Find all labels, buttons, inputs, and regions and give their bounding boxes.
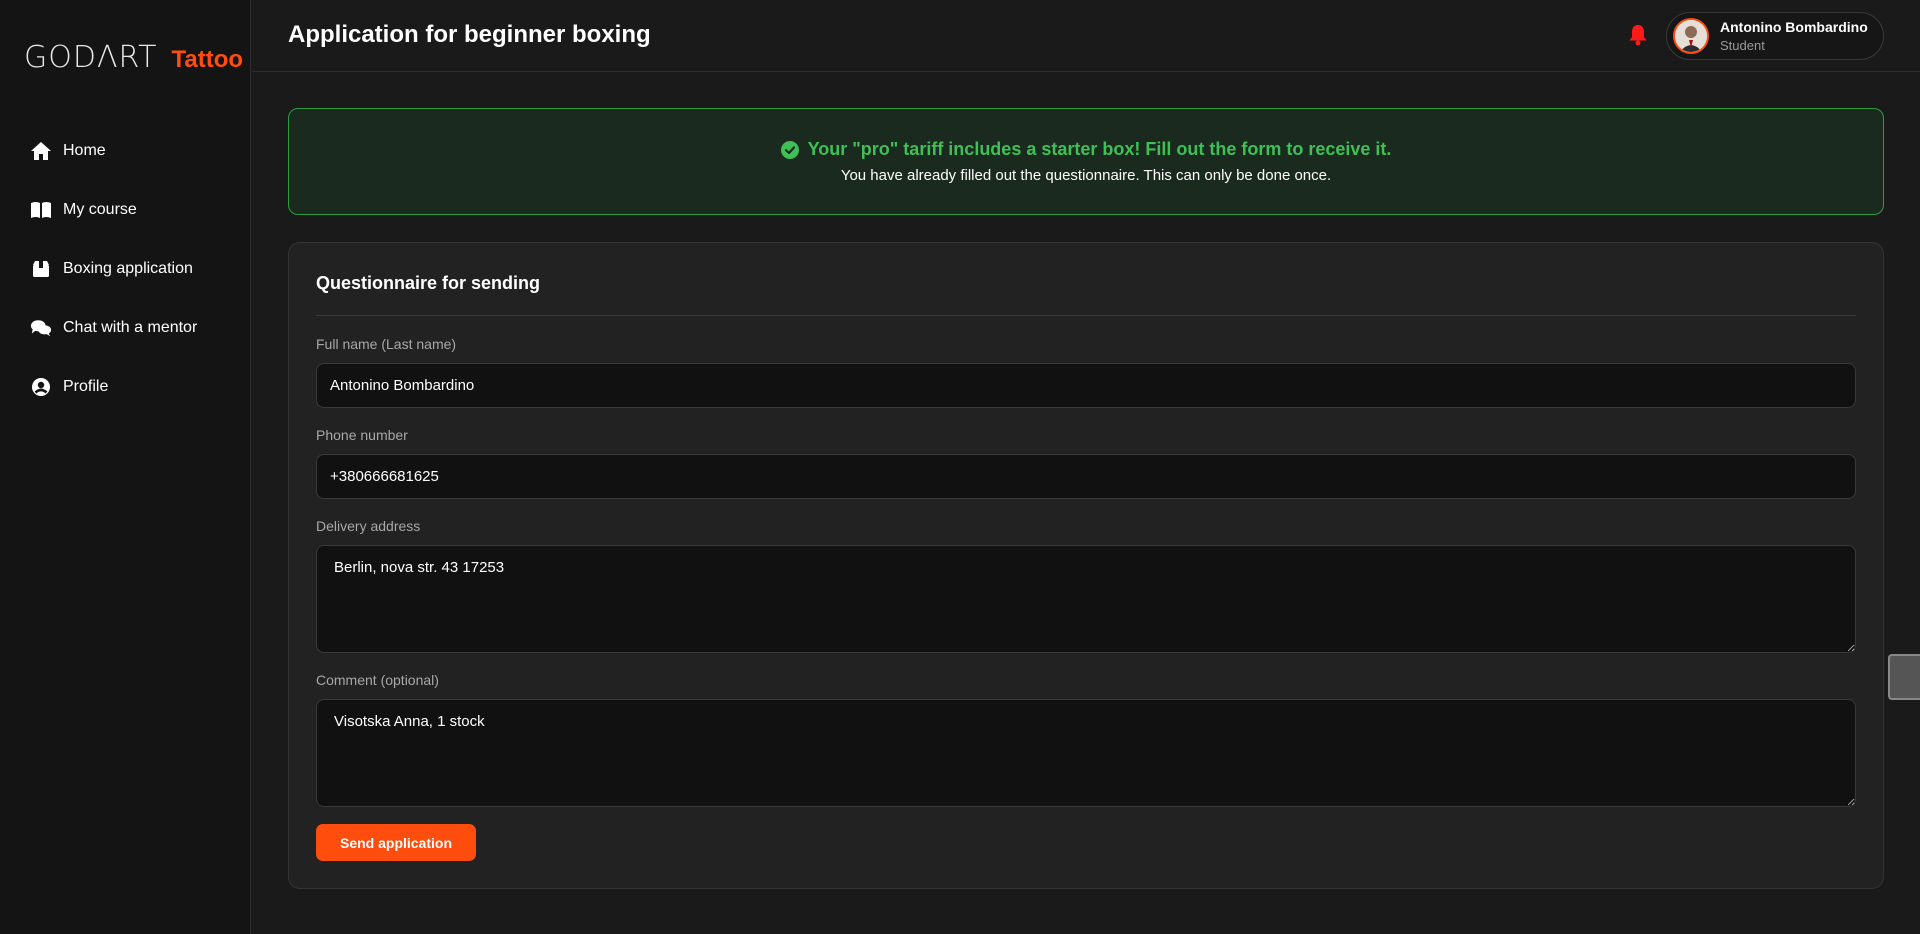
- sidebar-item-my-course[interactable]: My course: [0, 180, 251, 239]
- notice-headline-row: Your "pro" tariff includes a starter box…: [289, 139, 1883, 160]
- sidebar-item-chat-mentor[interactable]: Chat with a mentor: [0, 298, 251, 357]
- page-title: Application for beginner boxing: [288, 21, 651, 48]
- avatar: [1673, 18, 1709, 54]
- user-role: Student: [1720, 38, 1765, 53]
- comment-field[interactable]: Visotska Anna, 1 stock: [316, 699, 1856, 807]
- sidebar-item-profile[interactable]: Profile: [0, 357, 251, 416]
- address-field[interactable]: Berlin, nova str. 43 17253: [316, 545, 1856, 653]
- side-panel-tab[interactable]: [1888, 654, 1920, 700]
- book-icon: [30, 199, 52, 221]
- starter-box-notice: Your "pro" tariff includes a starter box…: [288, 108, 1884, 215]
- sidebar-nav: Home My course Boxing application Chat w…: [0, 121, 251, 416]
- user-info: Antonino Bombardino Student: [1720, 19, 1868, 53]
- sidebar-item-label: Profile: [63, 377, 109, 395]
- sidebar-item-label: Chat with a mentor: [63, 318, 198, 336]
- top-header: Application for beginner boxing Antonino…: [252, 0, 1920, 72]
- sidebar-item-label: Home: [63, 141, 106, 159]
- notice-subtext: You have already filled out the question…: [840, 167, 1332, 184]
- bell-icon[interactable]: [1628, 24, 1648, 46]
- check-circle-icon: [780, 140, 799, 159]
- logo-accent-text: Tattoo: [171, 46, 244, 73]
- sidebar: GODΛRT Tattoo Home My course Boxing appl…: [0, 0, 251, 934]
- send-application-button[interactable]: Send application: [316, 824, 476, 861]
- address-label: Delivery address: [316, 518, 421, 534]
- sidebar-item-boxing-application[interactable]: Boxing application: [0, 239, 251, 298]
- full-name-label: Full name (Last name): [316, 336, 457, 352]
- sidebar-item-label: My course: [63, 200, 137, 218]
- sidebar-item-home[interactable]: Home: [0, 121, 251, 180]
- divider: [316, 315, 1856, 316]
- comment-label: Comment (optional): [316, 672, 439, 688]
- user-name: Antonino Bombardino: [1720, 19, 1868, 35]
- questionnaire-card: Questionnaire for sending Full name (Las…: [288, 242, 1884, 889]
- user-circle-icon: [30, 376, 52, 398]
- notice-headline: Your "pro" tariff includes a starter box…: [807, 139, 1392, 159]
- box-icon: [30, 258, 52, 280]
- logo[interactable]: GODΛRT Tattoo: [24, 40, 244, 75]
- phone-label: Phone number: [316, 427, 408, 443]
- home-icon: [30, 140, 52, 162]
- user-menu[interactable]: Antonino Bombardino Student: [1666, 12, 1884, 60]
- phone-field[interactable]: [316, 454, 1856, 499]
- logo-main-text: GODΛRT: [24, 40, 158, 75]
- form-title: Questionnaire for sending: [316, 273, 541, 293]
- full-name-field[interactable]: [316, 363, 1856, 408]
- chat-icon: [30, 317, 52, 339]
- sidebar-item-label: Boxing application: [63, 259, 193, 277]
